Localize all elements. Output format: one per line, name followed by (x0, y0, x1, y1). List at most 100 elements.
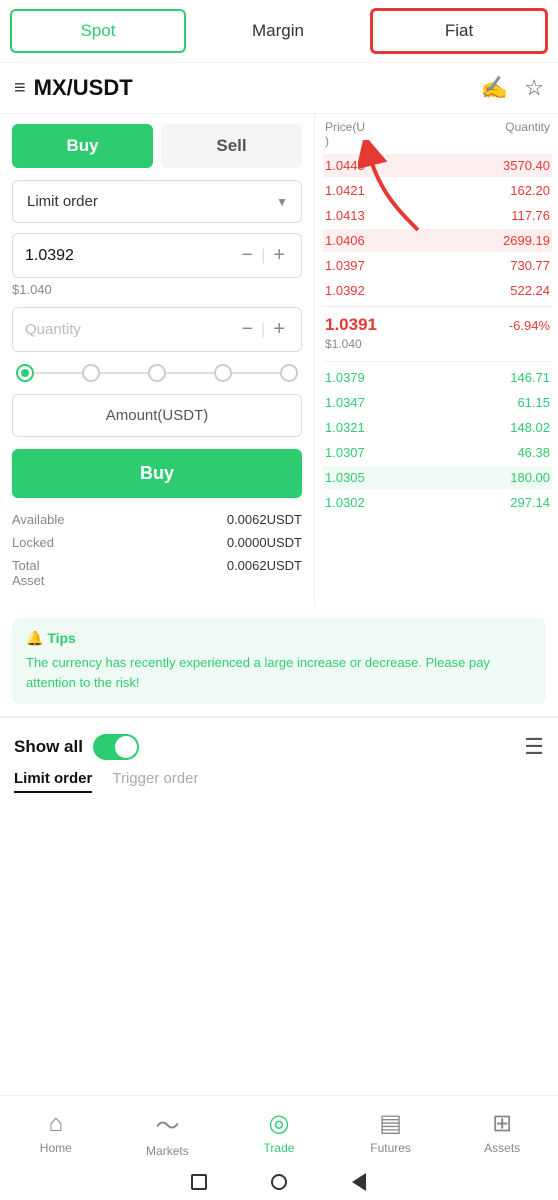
slider-dot-100[interactable] (280, 364, 298, 382)
orders-tabs: Limit order Trigger order (0, 770, 558, 801)
buy-price-4: 1.0307 (325, 445, 365, 460)
sell-qty-1: 3570.40 (503, 158, 550, 173)
sys-home-btn[interactable] (269, 1172, 289, 1192)
sys-square-btn[interactable] (189, 1172, 209, 1192)
tab-fiat[interactable]: Fiat (370, 8, 548, 54)
sell-order-4[interactable]: 1.0406 2699.19 (323, 229, 552, 252)
mid-usd: $1.040 (325, 337, 362, 351)
sell-order-3[interactable]: 1.0413 117.76 (323, 204, 552, 227)
price-input[interactable] (25, 247, 237, 265)
mid-price-section: 1.0391 -6.94% $1.040 (323, 306, 552, 362)
buy-qty-1: 146.71 (510, 370, 550, 385)
sell-orders: 1.0440 3570.40 1.0421 162.20 1.0413 117.… (323, 154, 552, 302)
sell-price-4: 1.0406 (325, 233, 365, 248)
hamburger-icon[interactable]: ≡ (14, 77, 26, 100)
orderbook-panel: Price(U) Quantity 1.0440 3570.40 1.0421 … (315, 114, 558, 606)
buy-price-5: 1.0305 (325, 470, 365, 485)
qty-input-row: Quantity − | + (12, 307, 302, 352)
header-right: ✍️ ☆ (481, 75, 544, 101)
mid-price[interactable]: 1.0391 (325, 315, 377, 335)
qty-minus-btn[interactable]: − (237, 318, 257, 341)
sell-order-1[interactable]: 1.0440 3570.40 (323, 154, 552, 177)
price-input-row: − | + (12, 233, 302, 278)
order-type-select[interactable]: Limit order Market order (12, 180, 302, 223)
slider-dot-25[interactable] (82, 364, 100, 382)
buy-order-1[interactable]: 1.0379 146.71 (323, 366, 552, 389)
slider-line-2 (100, 372, 148, 374)
show-all-left: Show all (14, 734, 139, 760)
buy-qty-6: 297.14 (510, 495, 550, 510)
sell-order-6[interactable]: 1.0392 522.24 (323, 279, 552, 302)
buy-order-5[interactable]: 1.0305 180.00 (323, 466, 552, 489)
available-label: Available (12, 512, 65, 527)
sell-qty-4: 2699.19 (503, 233, 550, 248)
buy-price-3: 1.0321 (325, 420, 365, 435)
price-plus-btn[interactable]: + (269, 244, 289, 267)
trade-panel: Buy Sell Limit order Market order ▼ − | … (0, 114, 315, 606)
bottom-spacer (0, 801, 558, 921)
amount-usdt-btn[interactable]: Amount(USDT) (12, 394, 302, 437)
buy-submit-btn[interactable]: Buy (12, 449, 302, 498)
buy-orders: 1.0379 146.71 1.0347 61.15 1.0321 148.02… (323, 366, 552, 514)
locked-value: 0.0000USDT (227, 535, 302, 550)
sell-qty-5: 730.77 (510, 258, 550, 273)
locked-label: Locked (12, 535, 54, 550)
home-icon: ⌂ (49, 1110, 64, 1138)
orders-tab-limit[interactable]: Limit order (14, 770, 92, 793)
buy-order-2[interactable]: 1.0347 61.15 (323, 391, 552, 414)
nav-home[interactable]: ⌂ Home (0, 1110, 112, 1155)
percentage-slider[interactable] (12, 364, 302, 382)
nav-home-label: Home (40, 1141, 72, 1155)
sell-order-5[interactable]: 1.0397 730.77 (323, 254, 552, 277)
markets-icon: 〜 (155, 1106, 179, 1141)
nav-assets[interactable]: ⊞ Assets (446, 1109, 558, 1155)
slider-line-4 (232, 372, 280, 374)
sell-tab[interactable]: Sell (161, 124, 302, 168)
buy-tab[interactable]: Buy (12, 124, 153, 168)
show-all-toggle[interactable] (93, 734, 139, 760)
buy-price-1: 1.0379 (325, 370, 365, 385)
sell-order-2[interactable]: 1.0421 162.20 (323, 179, 552, 202)
qty-plus-btn[interactable]: + (269, 318, 289, 341)
list-view-icon[interactable]: ☰ (524, 734, 544, 760)
tips-text: The currency has recently experienced a … (26, 653, 532, 692)
available-value: 0.0062USDT (227, 512, 302, 527)
locked-row: Locked 0.0000USDT (12, 535, 302, 550)
sell-price-3: 1.0413 (325, 208, 365, 223)
available-row: Available 0.0062USDT (12, 512, 302, 527)
system-bar (0, 1164, 558, 1200)
slider-dot-50[interactable] (148, 364, 166, 382)
pair-title[interactable]: MX/USDT (34, 75, 133, 101)
tab-margin[interactable]: Margin (192, 11, 364, 51)
bottom-nav: ⌂ Home 〜 Markets ◎ Trade ▤ Futures ⊞ Ass… (0, 1095, 558, 1164)
buy-order-4[interactable]: 1.0307 46.38 (323, 441, 552, 464)
candlestick-icon[interactable]: ✍️ (481, 75, 508, 101)
show-all-section: Show all ☰ (0, 717, 558, 770)
nav-trade[interactable]: ◎ Trade (223, 1109, 335, 1155)
orders-tab-trigger[interactable]: Trigger order (112, 770, 198, 793)
sell-qty-6: 522.24 (510, 283, 550, 298)
buy-qty-3: 148.02 (510, 420, 550, 435)
sys-back-btn[interactable] (349, 1172, 369, 1192)
slider-dot-0[interactable] (16, 364, 34, 382)
star-icon[interactable]: ☆ (524, 75, 544, 101)
system-square-icon (191, 1174, 207, 1190)
qty-placeholder: Quantity (25, 321, 237, 338)
header-bar: ≡ MX/USDT ✍️ ☆ (0, 63, 558, 114)
tips-title: 🔔 Tips (26, 630, 532, 647)
system-back-icon (352, 1173, 366, 1191)
total-asset-row: TotalAsset 0.0062USDT (12, 558, 302, 588)
total-asset-label: TotalAsset (12, 558, 45, 588)
slider-dot-75[interactable] (214, 364, 232, 382)
main-area: Buy Sell Limit order Market order ▼ − | … (0, 114, 558, 606)
tab-spot[interactable]: Spot (10, 9, 186, 53)
ob-price-col: Price(U) (325, 120, 365, 148)
sell-qty-3: 117.76 (511, 208, 550, 223)
buy-order-3[interactable]: 1.0321 148.02 (323, 416, 552, 439)
ob-qty-col: Quantity (505, 120, 550, 148)
nav-markets[interactable]: 〜 Markets (112, 1106, 224, 1158)
top-tabs: Spot Margin Fiat (0, 0, 558, 63)
nav-futures[interactable]: ▤ Futures (335, 1109, 447, 1155)
buy-order-6[interactable]: 1.0302 297.14 (323, 491, 552, 514)
price-minus-btn[interactable]: − (237, 244, 257, 267)
